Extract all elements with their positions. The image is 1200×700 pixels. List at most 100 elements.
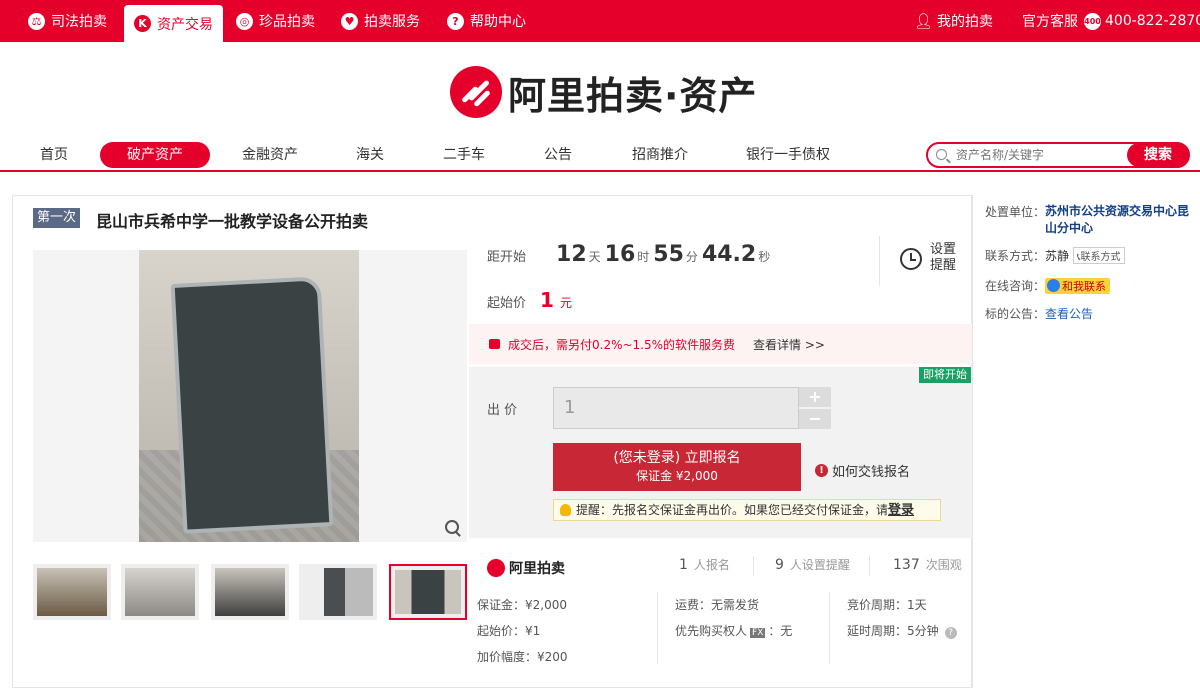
nav-investment[interactable]: 招商推介 (622, 142, 698, 168)
tab-label: 珍品拍卖 (259, 14, 315, 30)
ali-auction-logo: 阿里拍卖 (487, 558, 565, 578)
item-photo (139, 250, 359, 542)
signup-button[interactable]: (您未登录) 立即报名 保证金 ¥2,000 (553, 443, 801, 491)
hotline-icon: 400 (1084, 12, 1101, 30)
seller-info-sidebar: 处置单位： 苏州市公共资源交易中心昆山分中心 联系方式：苏静 📞︎联系方式 在线咨… (972, 195, 1200, 688)
disposal-unit-value[interactable]: 苏州市公共资源交易中心昆山分中心 (1045, 203, 1195, 237)
countdown-minutes: 55 (653, 242, 684, 267)
service-phone: 400-822-2870 (1105, 13, 1200, 29)
nav-customs[interactable]: 海关 (348, 142, 392, 168)
signup-count-label: 人报名 (693, 558, 730, 572)
tab-judicial-auction[interactable]: ⚖ 司法拍卖 (28, 0, 107, 42)
logo-text: 阿里拍卖·资产 (508, 73, 758, 118)
zoom-icon[interactable] (445, 520, 461, 536)
info-icon: ! (815, 464, 828, 477)
bid-box: 即将开始 出 价 1 + − (您未登录) 立即报名 保证金 ¥2,000 ! … (469, 367, 973, 538)
asset-icon: K (134, 15, 151, 32)
auction-stats: 阿里拍卖 1 人报名 9 人设置提醒 137 次围观 保证金：¥2,000 起始价：¥… (469, 544, 973, 688)
heart-icon: ♥ (341, 12, 358, 30)
tab-label: 司法拍卖 (51, 14, 107, 30)
nav-bank-debt[interactable]: 银行一手债权 (740, 142, 836, 168)
decrease-button[interactable]: − (799, 409, 831, 429)
online-consult: 在线咨询： 和我联系 (985, 277, 1111, 294)
countdown-days-unit: 天 (588, 250, 601, 264)
reminder-count: 9 人设置提醒 (775, 556, 850, 573)
countdown-hours: 16 (604, 242, 636, 267)
detail-extension: 延时周期：5分钟? (847, 622, 957, 639)
lightbulb-icon (560, 504, 571, 516)
nav-announcements[interactable]: 公告 (536, 142, 580, 168)
tab-label: 拍卖服务 (364, 14, 420, 30)
signup-count-value: 1 (679, 557, 688, 573)
thumbnail[interactable] (33, 564, 111, 620)
countdown-seconds-unit: 秒 (758, 250, 771, 264)
tab-help-center[interactable]: ? 帮助中心 (447, 0, 526, 42)
nav-used-cars[interactable]: 二手车 (434, 142, 494, 168)
detail-priority-buyer: 优先购买权人 FX ：无 (675, 622, 792, 639)
ali-logo-icon (487, 559, 505, 577)
main-image[interactable] (33, 250, 467, 542)
ali-logo-text: 阿里拍卖 (509, 561, 565, 577)
priority-help-icon[interactable]: FX (750, 628, 766, 638)
my-auction-link[interactable]: 👤︎ 我的拍卖 (914, 0, 993, 42)
gem-icon: ◎ (236, 12, 253, 30)
increase-button[interactable]: + (799, 387, 831, 407)
start-price: 起始价 1 元 (487, 288, 572, 312)
thumbnail[interactable] (211, 564, 289, 620)
how-to-pay-link[interactable]: ! 如何交钱报名 (815, 461, 910, 480)
detail-deposit: 保证金：¥2,000 (477, 598, 567, 612)
signup-count: 1 人报名 (679, 556, 730, 573)
start-price-label: 起始价 (487, 296, 527, 311)
countdown-days: 12 (556, 242, 587, 267)
thumbnail[interactable] (299, 564, 377, 620)
thumbnail-strip (33, 564, 473, 620)
disposal-unit-label: 处置单位： (985, 205, 1046, 219)
page-title: 昆山市兵希中学一批教学设备公开拍卖 (96, 212, 369, 231)
login-tip: 提醒：先报名交保证金再出价。如果您已经交付保证金，请登录 (553, 499, 941, 521)
countdown-seconds: 44.2 (701, 242, 757, 267)
view-count-value: 137 (893, 557, 920, 573)
search-input[interactable] (956, 146, 1116, 164)
view-notice-link[interactable]: 查看公告 (1045, 307, 1093, 321)
tab-auction-service[interactable]: ♥ 拍卖服务 (341, 0, 420, 42)
set-reminder-button[interactable]: 设置提醒 (879, 236, 973, 286)
reminder-count-value: 9 (775, 557, 784, 573)
nav-home[interactable]: 首页 (28, 142, 80, 168)
contact-phone-tag[interactable]: 📞︎联系方式 (1073, 247, 1125, 264)
login-link[interactable]: 登录 (888, 503, 914, 518)
contact-name: 苏静 (1045, 249, 1070, 263)
service-fee-text: 成交后，需另付0.2%~1.5%的软件服务费 (508, 337, 736, 352)
question-icon[interactable]: ? (944, 627, 957, 639)
thumbnail[interactable] (121, 564, 199, 620)
logo-mark-icon (450, 66, 502, 118)
contact-label: 联系方式： (985, 249, 1046, 263)
start-price-unit: 元 (559, 296, 572, 310)
view-count-label: 次围观 (925, 558, 962, 572)
tab-asset-trading[interactable]: K 资产交易 (124, 5, 223, 42)
start-price-value: 1 (540, 288, 554, 312)
tab-label: 资产交易 (157, 16, 213, 33)
alarm-clock-icon (900, 248, 922, 270)
bid-input[interactable]: 1 (553, 387, 799, 429)
search-button[interactable]: 搜索 (1127, 143, 1189, 167)
contact-me-label: 和我联系 (1062, 280, 1107, 293)
tab-treasure-auction[interactable]: ◎ 珍品拍卖 (236, 0, 315, 42)
fee-details-link[interactable]: 查看详情 >> (753, 336, 825, 353)
auction-card: 第一次 昆山市兵希中学一批教学设备公开拍卖 距开始 12 天 16 时 55 分… (12, 195, 973, 688)
search-icon (936, 149, 947, 160)
detail-start-price: 起始价：¥1 (477, 624, 541, 638)
countdown-label: 距开始 (487, 250, 527, 265)
bid-info-panel: 距开始 12 天 16 时 55 分 44.2 秒 设置提醒 起始价 1 元 成… (469, 232, 973, 538)
service-fee-notice: 成交后，需另付0.2%~1.5%的软件服务费 查看详情 >> (469, 324, 973, 364)
bid-stepper: + − (799, 387, 831, 429)
contact-tag-label: 联系方式 (1080, 252, 1121, 263)
customer-service[interactable]: 官方客服 400 400-822-2870 (1022, 0, 1200, 42)
nav-financial-assets[interactable]: 金融资产 (232, 142, 308, 168)
priority-value: ：无 (768, 624, 793, 638)
countdown: 距开始 12 天 16 时 55 分 44.2 秒 (487, 242, 887, 282)
contact-me-button[interactable]: 和我联系 (1045, 278, 1111, 294)
thumbnail-selected[interactable] (389, 564, 467, 620)
nav-bankruptcy-assets[interactable]: 破产资产 (100, 142, 210, 168)
bid-label: 出 价 (487, 403, 518, 418)
site-logo[interactable]: 阿里拍卖·资产 (450, 66, 757, 118)
